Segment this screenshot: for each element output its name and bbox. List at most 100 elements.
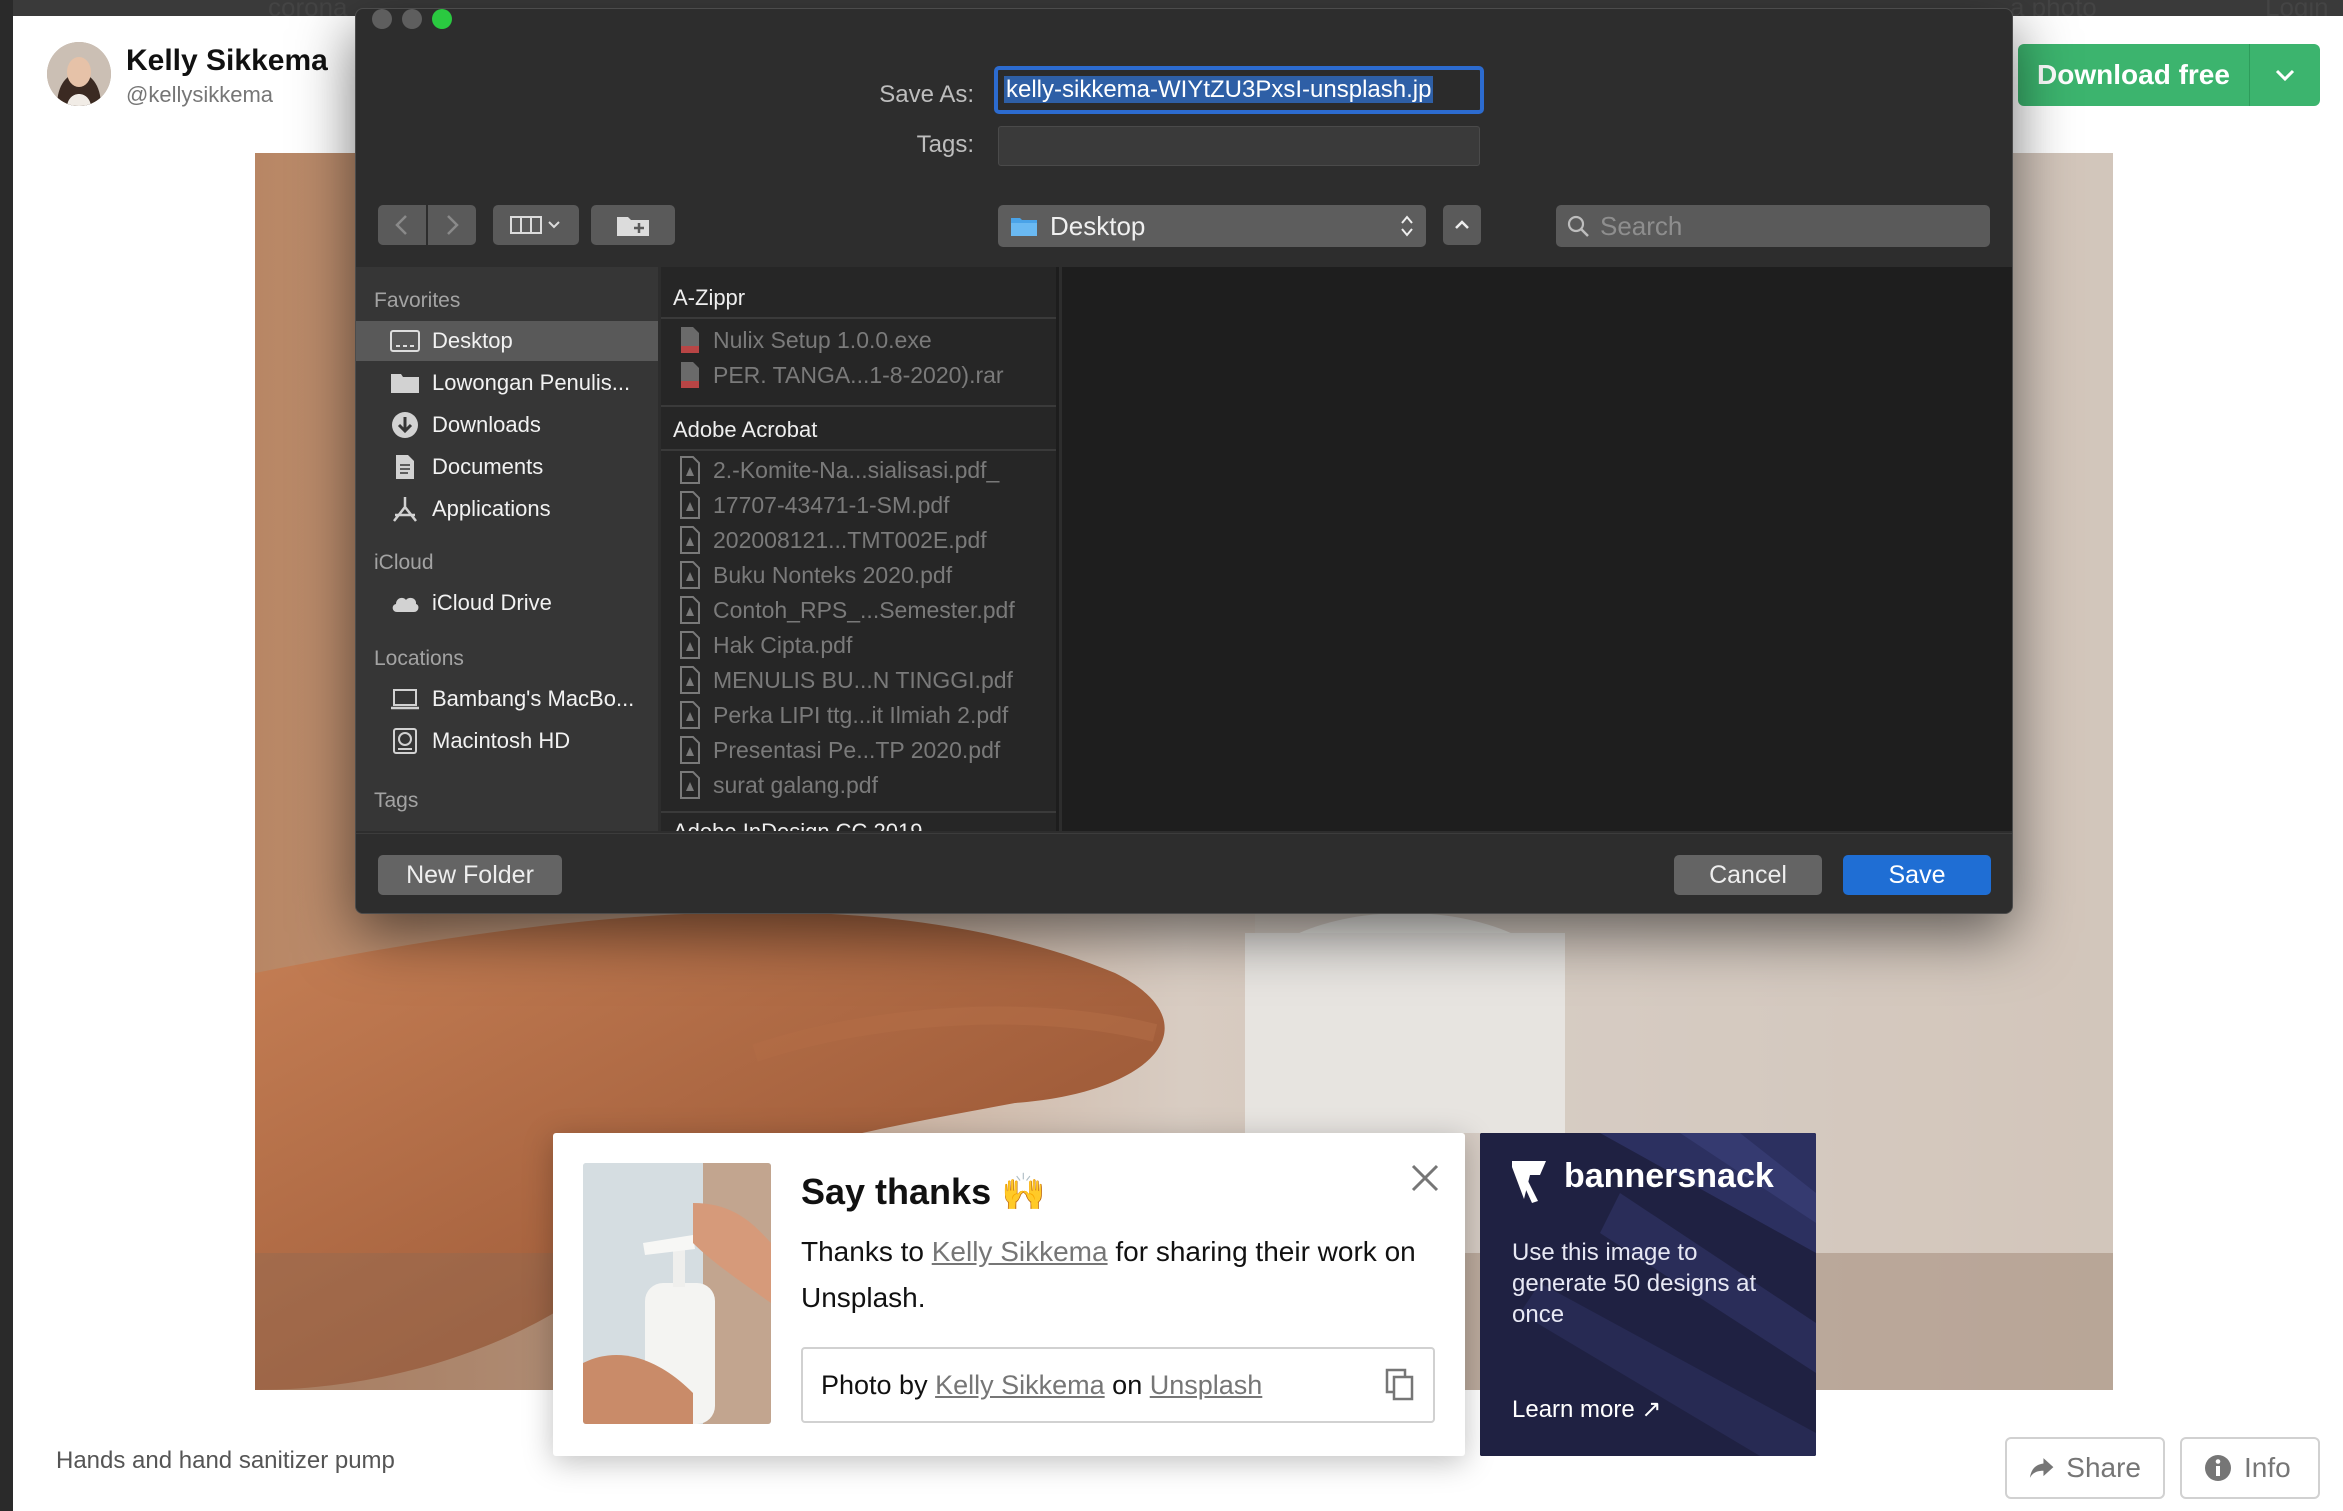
sidebar-item-macbook[interactable]: Bambang's MacBo... [356,679,658,719]
file-name: Contoh_RPS_...Semester.pdf [713,596,1015,623]
sidebar-header-favorites: Favorites [374,289,461,312]
save-dialog: Save As: kelly-sikkema-WIYtZU3PxsI-unspl… [355,8,2013,914]
location-popup[interactable]: Desktop [998,205,1426,247]
back-button[interactable] [378,205,426,245]
chevron-down-icon [2275,69,2295,82]
close-button[interactable] [1410,1163,1440,1193]
copy-button[interactable] [1385,1368,1415,1402]
file-column: A-Zippr Nulix Setup 1.0.0.exe PER. TANGA… [661,267,1059,831]
author-link[interactable]: Kelly Sikkema [932,1236,1108,1267]
share-label: Share [2066,1452,2141,1483]
sidebar-item-documents[interactable]: Documents [356,447,658,487]
group-header: A-Zippr [673,285,746,310]
file-name: Hak Cipta.pdf [713,631,853,658]
window-left-edge [0,0,13,1511]
sidebar-item-downloads[interactable]: Downloads [356,405,658,445]
file-name: 202008121...TMT002E.pdf [713,526,987,553]
download-options-toggle[interactable] [2250,44,2320,106]
new-folder-button[interactable]: New Folder [378,855,562,895]
credit-author-link[interactable]: Kelly Sikkema [935,1370,1105,1401]
cloud-icon [392,597,419,612]
pdf-file-icon [680,736,700,764]
sidebar-item-lowongan[interactable]: Lowongan Penulis... [356,363,658,403]
zoom-window-button[interactable] [432,9,452,29]
close-icon [1411,1164,1439,1192]
cropped-nav-text: a photo [2010,0,2097,16]
ad-text: Use this image to generate 50 designs at… [1512,1239,1757,1328]
ad-brand: bannersnack [1564,1157,1774,1195]
pdf-file-icon [680,456,700,484]
file-item[interactable]: 17707-43471-1-SM.pdf [679,488,950,522]
cropped-nav-text[interactable]: Login [2265,0,2329,16]
file-item[interactable]: MENULIS BU...N TINGGI.pdf [679,663,1013,697]
credit-box[interactable]: Photo by Kelly Sikkema on Unsplash [801,1347,1435,1423]
sidebar-item-macintosh-hd[interactable]: Macintosh HD [356,721,658,761]
pdf-file-icon [680,596,700,624]
search-placeholder: Search [1600,210,1683,241]
view-mode-button[interactable] [493,205,579,245]
file-item[interactable]: Buku Nonteks 2020.pdf [679,558,952,592]
pdf-file-icon [680,526,700,554]
say-thanks-card: Say thanks 🙌 Thanks to Kelly Sikkema for… [553,1133,1465,1456]
sidebar-item-label: Lowongan Penulis... [432,370,631,395]
desktop-icon [390,330,420,352]
columns-view-icon [510,216,560,234]
download-label[interactable]: Download free [2018,44,2250,106]
thanks-text: Thanks to [801,1236,932,1267]
copy-icon [1385,1368,1414,1401]
save-as-label: Save As: [879,81,974,108]
learn-more-link[interactable]: Learn more ↗ [1512,1395,1662,1424]
tags-input[interactable] [998,126,1480,166]
close-window-button[interactable] [372,9,392,29]
file-item[interactable]: 202008121...TMT002E.pdf [679,523,987,557]
file-name: 17707-43471-1-SM.pdf [713,491,950,518]
group-divider [661,317,1056,319]
search-field[interactable]: Search [1556,205,1990,247]
file-item[interactable]: Nulix Setup 1.0.0.exe [679,323,932,357]
sidebar-item-desktop[interactable]: Desktop [356,321,658,361]
file-item[interactable]: Hak Cipta.pdf [679,628,852,662]
file-item[interactable]: Contoh_RPS_...Semester.pdf [679,593,1015,627]
sidebar-item-icloud-drive[interactable]: iCloud Drive [356,583,658,623]
file-item[interactable]: Presentasi Pe...TP 2020.pdf [679,733,1000,767]
file-name: Buku Nonteks 2020.pdf [713,561,953,588]
laptop-icon [391,689,419,710]
thanks-message: Thanks to Kelly Sikkema for sharing thei… [801,1229,1431,1321]
info-label: Info [2244,1452,2291,1483]
download-button[interactable]: Download free [2018,44,2320,106]
archive-file-icon [681,362,699,388]
credit-site-link[interactable]: Unsplash [1150,1370,1263,1401]
credit-text: on [1112,1369,1143,1400]
file-name: Perka LIPI ttg...it Ilmiah 2.pdf [713,701,1009,728]
new-folder-icon-button[interactable] [591,205,675,245]
file-name: Nulix Setup 1.0.0.exe [713,326,932,353]
group-header: Adobe InDesign CC 2019 [673,819,923,831]
save-as-input[interactable]: kelly-sikkema-WIYtZU3PxsI-unsplash.jp [994,66,1484,114]
minimize-window-button[interactable] [402,9,422,29]
file-name: PER. TANGA...1-8-2020).rar [713,361,1004,388]
file-item[interactable]: 2.-Komite-Na...sialisasi.pdf_ [679,453,999,487]
file-name: surat galang.pdf [713,771,878,798]
info-button[interactable]: Info [2180,1437,2320,1499]
credit-text: Photo by [821,1369,928,1400]
sidebar-item-applications[interactable]: Applications [356,489,658,529]
forward-button[interactable] [428,205,476,245]
sidebar-header-icloud: iCloud [374,551,434,574]
search-icon [1567,215,1589,237]
thanks-title: Say thanks 🙌 [801,1171,1046,1212]
bannersnack-ad[interactable]: bannersnack Use this image to generate 5… [1480,1133,1816,1456]
sidebar: Favorites Desktop Lowongan Penulis... Do… [356,267,658,831]
user-handle[interactable]: @kellysikkema [126,82,273,108]
file-item[interactable]: Perka LIPI ttg...it Ilmiah 2.pdf [679,698,1008,732]
file-item[interactable]: surat galang.pdf [679,768,878,802]
share-button[interactable]: Share [2005,1437,2165,1499]
file-item[interactable]: PER. TANGA...1-8-2020).rar [679,358,1004,392]
expand-collapse-button[interactable] [1443,205,1481,245]
save-button[interactable]: Save [1843,855,1991,895]
pdf-file-icon [680,666,700,694]
avatar[interactable] [47,42,111,106]
user-name[interactable]: Kelly Sikkema [126,44,328,78]
hard-drive-icon [393,728,417,754]
cancel-button[interactable]: Cancel [1674,855,1822,895]
desktop-folder-icon [1011,218,1037,236]
